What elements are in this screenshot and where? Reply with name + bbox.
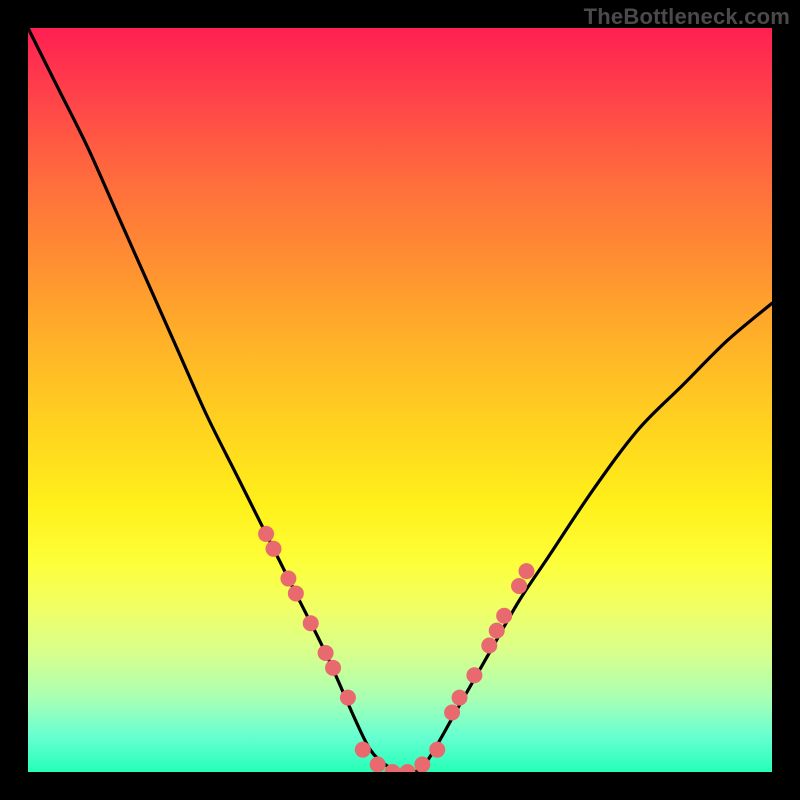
bottleneck-curve-svg (28, 28, 772, 772)
watermark-text: TheBottleneck.com (584, 4, 790, 30)
data-marker (266, 541, 282, 557)
data-marker (355, 742, 371, 758)
data-marker (318, 645, 334, 661)
data-marker (481, 638, 497, 654)
data-marker (518, 563, 534, 579)
data-marker (303, 615, 319, 631)
data-marker (258, 526, 274, 542)
data-marker (325, 660, 341, 676)
data-marker (444, 704, 460, 720)
data-marker (399, 764, 415, 780)
data-marker (466, 667, 482, 683)
data-marker (511, 578, 527, 594)
data-marker (288, 585, 304, 601)
data-marker (489, 623, 505, 639)
data-marker (496, 608, 512, 624)
data-marker (340, 690, 356, 706)
data-marker (414, 757, 430, 773)
chart-canvas: TheBottleneck.com (0, 0, 800, 800)
data-marker (429, 742, 445, 758)
bottleneck-curve (28, 28, 772, 773)
data-marker (370, 757, 386, 773)
plot-area (28, 28, 772, 772)
data-marker (385, 764, 401, 780)
data-marker (452, 690, 468, 706)
data-markers (258, 526, 534, 780)
data-marker (280, 571, 296, 587)
